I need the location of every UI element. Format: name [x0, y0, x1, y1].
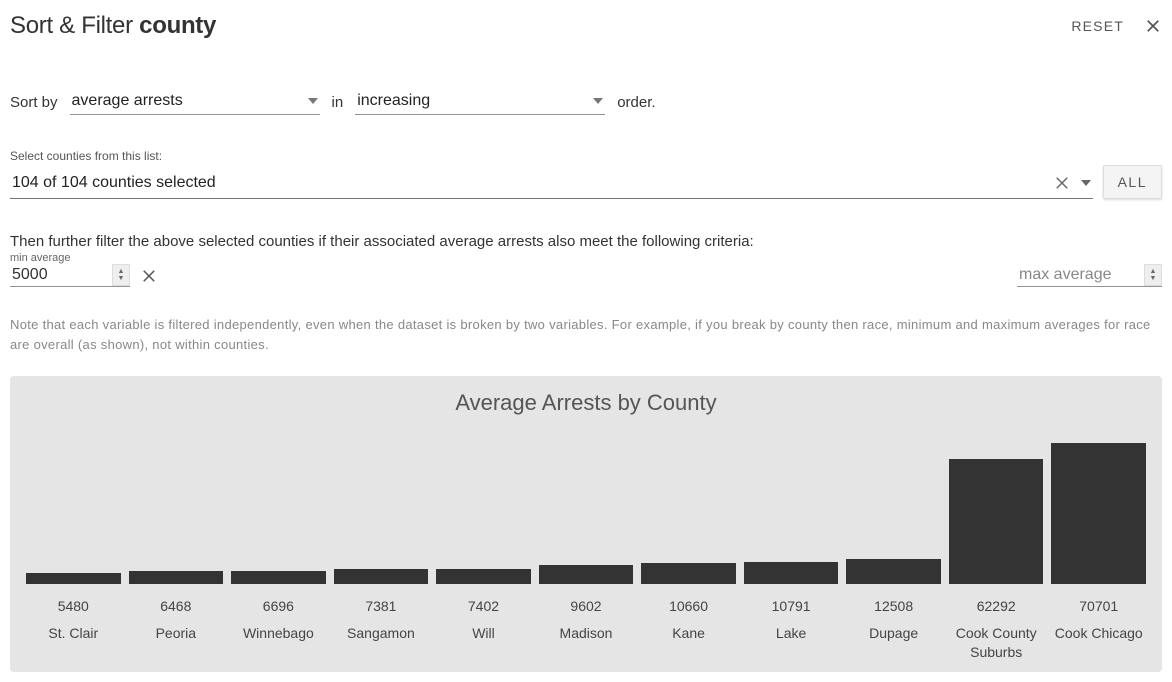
chart-bar: [639, 424, 738, 584]
chart-axis-label: 12508 Dupage: [844, 598, 943, 662]
chart-bar: [537, 424, 636, 584]
chart-bar: [844, 424, 943, 584]
chart-bar-category: Cook County Suburbs: [947, 624, 1046, 662]
chart-bar-category: Kane: [639, 624, 738, 643]
chart-bar-category: Lake: [742, 624, 841, 643]
sort-in-label: in: [332, 94, 344, 115]
chart-axis-label: 62292 Cook County Suburbs: [947, 598, 1046, 662]
chart-bar-value: 7402: [434, 598, 533, 614]
sort-order-label: order.: [617, 94, 655, 115]
chart-bar-category: Winnebago: [229, 624, 328, 643]
chart-card: Average Arrests by County 5480St. Clair6…: [10, 376, 1162, 672]
chart-bar: [947, 424, 1046, 584]
clear-min-icon[interactable]: [140, 267, 158, 287]
county-select-hint: Select counties from this list:: [10, 149, 1162, 163]
chart-bar-value: 5480: [24, 598, 123, 614]
county-multiselect[interactable]: 104 of 104 counties selected: [10, 168, 1093, 199]
min-average-label: min average: [10, 252, 158, 264]
chart-axis-label: 10660 Kane: [639, 598, 738, 662]
chart-axis-label: 9602 Madison: [537, 598, 636, 662]
sort-by-label: Sort by: [10, 94, 58, 115]
chart-bar-category: Sangamon: [332, 624, 431, 643]
min-average-value: 5000: [12, 266, 48, 283]
close-icon[interactable]: [1144, 17, 1162, 35]
title-subject: county: [139, 12, 216, 39]
sort-direction-select[interactable]: increasing: [355, 88, 605, 115]
chart-bar-value: 10791: [742, 598, 841, 614]
chart-labels-row: 5480 St. Clair6468 Peoria6696 Winnebago7381…: [24, 598, 1148, 662]
chart-bar-value: 6696: [229, 598, 328, 614]
stepper-buttons-icon[interactable]: ▲▼: [112, 264, 130, 286]
filter-note: Note that each variable is filtered inde…: [10, 315, 1162, 354]
chart-bar: [127, 424, 226, 584]
stepper-buttons-icon[interactable]: ▲▼: [1144, 264, 1162, 286]
max-average-placeholder: max average: [1019, 266, 1112, 283]
chart-bar: [24, 424, 123, 584]
chart-bar-value: 10660: [639, 598, 738, 614]
chart-bar-category: St. Clair: [24, 624, 123, 643]
sort-metric-select[interactable]: average arrests: [70, 88, 320, 115]
chart-axis-label: 7402 Will: [434, 598, 533, 662]
clear-selection-icon[interactable]: [1053, 174, 1071, 192]
chart-bar-value: 12508: [844, 598, 943, 614]
criteria-intro: Then further filter the above selected c…: [10, 233, 1162, 250]
chart-bar-value: 6468: [127, 598, 226, 614]
chart-bar: [1049, 424, 1148, 584]
chart-bar-value: 9602: [537, 598, 636, 614]
chart-plot-area: [24, 424, 1148, 584]
chart-bar-category: Will: [434, 624, 533, 643]
chart-axis-label: 5480 St. Clair: [24, 598, 123, 662]
chart-axis-label: 70701 Cook Chicago: [1049, 598, 1148, 662]
chart-bar: [229, 424, 328, 584]
chart-bar: [742, 424, 841, 584]
chart-axis-label: 10791 Lake: [742, 598, 841, 662]
chart-bar-value: 70701: [1049, 598, 1148, 614]
chart-bar-value: 7381: [332, 598, 431, 614]
select-all-button[interactable]: ALL: [1103, 165, 1162, 199]
sort-direction-value: increasing: [357, 92, 430, 109]
chevron-down-icon: [1081, 180, 1091, 186]
chevron-down-icon: [308, 98, 318, 104]
min-average-input[interactable]: 5000 ▲▼: [10, 264, 130, 287]
chart-axis-label: 7381 Sangamon: [332, 598, 431, 662]
chart-axis-label: 6696 Winnebago: [229, 598, 328, 662]
reset-button[interactable]: RESET: [1071, 18, 1124, 34]
max-average-input[interactable]: max average ▲▼: [1017, 264, 1162, 287]
chart-bar-value: 62292: [947, 598, 1046, 614]
sort-metric-value: average arrests: [72, 92, 183, 109]
chart-bar: [434, 424, 533, 584]
chart-bar-category: Dupage: [844, 624, 943, 643]
chart-axis-label: 6468 Peoria: [127, 598, 226, 662]
county-select-summary: 104 of 104 counties selected: [12, 174, 216, 191]
chart-bar-category: Cook Chicago: [1049, 624, 1148, 643]
chart-bar-category: Peoria: [127, 624, 226, 643]
title-prefix: Sort & Filter: [10, 12, 133, 39]
chevron-down-icon: [593, 98, 603, 104]
chart-bar-category: Madison: [537, 624, 636, 643]
page-title: Sort & Filter county: [10, 12, 216, 40]
chart-title: Average Arrests by County: [24, 390, 1148, 416]
chart-bar: [332, 424, 431, 584]
